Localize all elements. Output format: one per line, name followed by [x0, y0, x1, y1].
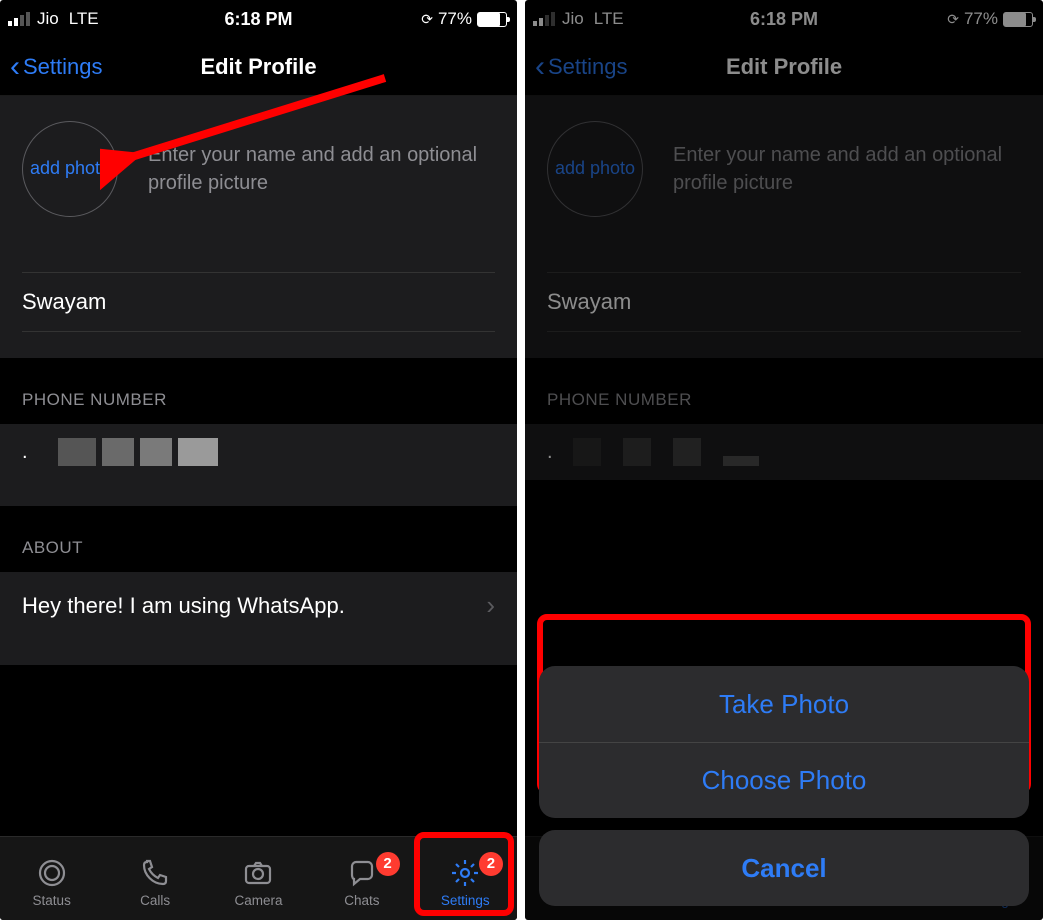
signal-icon	[8, 12, 30, 26]
tab-chats[interactable]: 2 Chats	[310, 856, 413, 908]
cancel-button[interactable]: Cancel	[539, 830, 1029, 906]
chats-badge: 2	[376, 852, 400, 876]
clock-label: 6:18 PM	[224, 9, 292, 30]
status-icon	[35, 856, 69, 890]
carrier-label: Jio	[562, 9, 584, 29]
add-photo-button[interactable]: add photo	[22, 121, 118, 217]
take-photo-button[interactable]: Take Photo	[539, 666, 1029, 742]
phone-section-header: PHONE NUMBER	[0, 358, 517, 424]
status-bar: Jio LTE 6:18 PM ⟳ 77%	[525, 0, 1043, 38]
back-button[interactable]: ‹ Settings	[10, 52, 103, 82]
nav-bar: ‹ Settings Edit Profile	[0, 38, 517, 96]
photo-action-sheet: Take Photo Choose Photo Cancel	[539, 666, 1029, 906]
cancel-label: Cancel	[741, 853, 826, 884]
name-field[interactable]: Swayam	[547, 272, 1021, 332]
nav-bar: ‹ Settings Edit Profile	[525, 38, 1043, 96]
back-button[interactable]: ‹ Settings	[535, 52, 628, 82]
add-photo-label: add photo	[555, 158, 635, 180]
choose-photo-label: Choose Photo	[702, 765, 867, 796]
about-text: Hey there! I am using WhatsApp.	[22, 593, 345, 619]
tab-status[interactable]: Status	[0, 856, 103, 908]
tab-camera[interactable]: Camera	[207, 856, 310, 908]
chevron-right-icon: ›	[486, 590, 495, 621]
name-value: Swayam	[22, 289, 106, 314]
tab-label: Calls	[140, 893, 170, 908]
take-photo-label: Take Photo	[719, 689, 849, 720]
name-value: Swayam	[547, 289, 631, 314]
phone-icon	[138, 856, 172, 890]
phone-section-header: PHONE NUMBER	[525, 358, 1043, 424]
phone-number-row[interactable]: .	[525, 424, 1043, 480]
content-area: add photo Enter your name and add an opt…	[0, 96, 517, 665]
page-title: Edit Profile	[726, 54, 842, 80]
profile-hint-text: Enter your name and add an optional prof…	[148, 141, 495, 197]
chevron-left-icon: ‹	[10, 52, 20, 82]
battery-percent-label: 77%	[964, 9, 998, 29]
tab-label: Status	[33, 893, 71, 908]
page-title: Edit Profile	[200, 54, 316, 80]
rotation-lock-icon: ⟳	[421, 11, 433, 28]
clock-label: 6:18 PM	[750, 9, 818, 30]
rotation-lock-icon: ⟳	[947, 11, 959, 28]
about-row[interactable]: Hey there! I am using WhatsApp. ›	[0, 572, 517, 639]
camera-icon	[241, 856, 275, 890]
phone-number-masked: .	[547, 438, 759, 466]
phone-number-row[interactable]: .	[0, 424, 517, 480]
tab-bar: Status Calls Camera 2 Chats 2 Se	[0, 836, 517, 920]
chevron-left-icon: ‹	[535, 52, 545, 82]
battery-percent-label: 77%	[438, 9, 472, 29]
settings-badge: 2	[479, 852, 503, 876]
back-label: Settings	[23, 54, 103, 80]
tab-label: Settings	[441, 893, 490, 908]
back-label: Settings	[548, 54, 628, 80]
gear-icon	[448, 856, 482, 890]
network-type-label: LTE	[69, 9, 99, 29]
tab-label: Camera	[234, 893, 282, 908]
chats-icon	[345, 856, 379, 890]
phone-number-masked: .	[22, 438, 218, 466]
battery-icon	[477, 12, 507, 27]
choose-photo-button[interactable]: Choose Photo	[539, 742, 1029, 818]
screenshot-right: Jio LTE 6:18 PM ⟳ 77% ‹ Settings Edit Pr…	[525, 0, 1043, 920]
add-photo-label: add photo	[30, 158, 110, 180]
status-bar: Jio LTE 6:18 PM ⟳ 77%	[0, 0, 517, 38]
carrier-label: Jio	[37, 9, 59, 29]
tab-calls[interactable]: Calls	[103, 856, 206, 908]
about-section-header: ABOUT	[0, 506, 517, 572]
signal-icon	[533, 12, 555, 26]
add-photo-button[interactable]: add photo	[547, 121, 643, 217]
network-type-label: LTE	[594, 9, 624, 29]
profile-hint-text: Enter your name and add an optional prof…	[673, 141, 1021, 197]
screenshot-left: Jio LTE 6:18 PM ⟳ 77% ‹ Settings Edit Pr…	[0, 0, 517, 920]
battery-icon	[1003, 12, 1033, 27]
tab-settings[interactable]: 2 Settings	[414, 856, 517, 908]
tab-label: Chats	[344, 893, 379, 908]
name-field[interactable]: Swayam	[22, 272, 495, 332]
